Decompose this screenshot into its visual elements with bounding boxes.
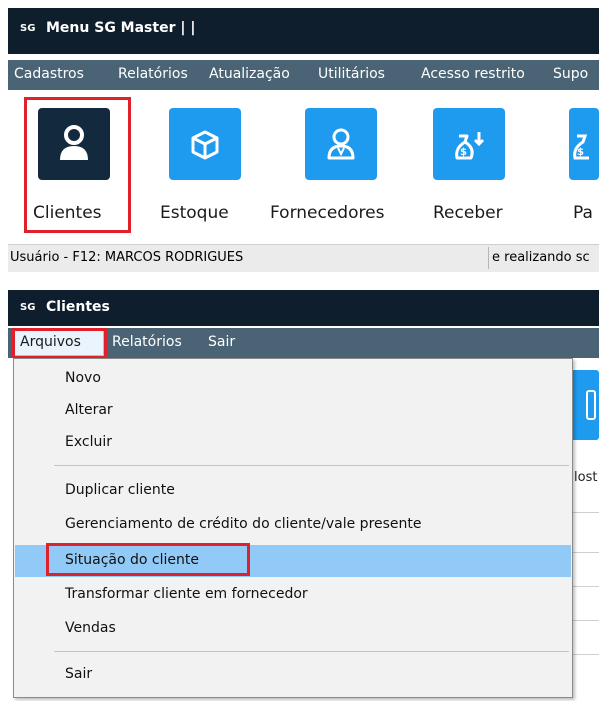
menu-item-label: Gerenciamento de crédito do cliente/vale… (65, 516, 422, 532)
menu-item-label: Excluir (65, 434, 112, 450)
money-bag-icon: $ (573, 134, 589, 160)
menu-item-label: Alterar (65, 402, 113, 418)
grid-line (570, 620, 599, 621)
pagar-label[interactable]: Pa (573, 203, 593, 223)
menu-separator (54, 465, 569, 466)
menu-item-label: Novo (65, 370, 101, 386)
clientes-highlight (24, 97, 131, 233)
status-message: e realizando sc (492, 250, 590, 265)
app-logo: SG (20, 302, 36, 313)
grid-line (570, 654, 599, 655)
menu-item-vendas[interactable]: Vendas (15, 613, 571, 645)
menu-utilitarios[interactable]: Utilitários (318, 66, 385, 82)
menu-item-label: Sair (65, 666, 93, 682)
menu-suporte[interactable]: Supo (553, 66, 588, 82)
grid-line (570, 552, 599, 553)
menu-item-label: Transformar cliente em fornecedor (65, 586, 308, 602)
menu-separator (54, 651, 569, 652)
situacao-highlight (46, 543, 250, 576)
box-icon (191, 130, 219, 160)
hidden-toolbar-icon (586, 390, 596, 420)
pagar-button[interactable]: $ (569, 108, 599, 180)
receber-button[interactable]: $ (433, 108, 505, 180)
status-separator (488, 247, 489, 269)
svg-text:$: $ (577, 147, 584, 158)
menu-item-transformar-fornecedor[interactable]: Transformar cliente em fornecedor (15, 579, 571, 611)
status-user: Usuário - F12: MARCOS RODRIGUES (10, 250, 244, 265)
menu-relatorios[interactable]: Relatórios (112, 334, 182, 350)
arquivos-highlight (12, 328, 107, 359)
menu-item-sair[interactable]: Sair (15, 659, 571, 691)
main-menu-bar: Cadastros Relatórios Atualização Utilitá… (8, 60, 599, 90)
window-title: Clientes (46, 299, 110, 315)
menu-item-gerenciamento-credito[interactable]: Gerenciamento de crédito do cliente/vale… (15, 509, 571, 541)
hidden-label: lost (574, 470, 598, 485)
main-status-bar: Usuário - F12: MARCOS RODRIGUES e realiz… (8, 244, 599, 272)
money-bag-icon: $ (455, 132, 485, 160)
estoque-button[interactable] (169, 108, 241, 180)
svg-text:$: $ (460, 147, 467, 158)
receber-label[interactable]: Receber (433, 203, 503, 223)
menu-item-alterar[interactable]: Alterar (15, 395, 571, 427)
menu-item-novo[interactable]: Novo (15, 363, 571, 395)
window-title: Menu SG Master | | (46, 20, 196, 36)
fornecedores-button[interactable] (305, 108, 377, 180)
menu-acesso-restrito[interactable]: Acesso restrito (421, 66, 525, 82)
arquivos-dropdown: Novo Alterar Excluir Duplicar cliente Ge… (13, 358, 573, 698)
main-toolbar: Clientes Estoque Fornecedores $ Receber … (8, 90, 599, 242)
main-title-bar: SG Menu SG Master | | (8, 8, 599, 54)
menu-item-label: Duplicar cliente (65, 482, 175, 498)
menu-sair[interactable]: Sair (208, 334, 235, 350)
menu-item-duplicar-cliente[interactable]: Duplicar cliente (15, 475, 571, 507)
menu-item-excluir[interactable]: Excluir (15, 427, 571, 459)
grid-line (570, 586, 599, 587)
supplier-icon (327, 128, 355, 160)
app-logo: SG (20, 23, 36, 34)
menu-item-label: Vendas (65, 620, 116, 636)
menu-atualizacao[interactable]: Atualização (209, 66, 290, 82)
hidden-grid (570, 512, 599, 692)
grid-line (570, 512, 599, 513)
clientes-title-bar: SG Clientes (8, 290, 599, 326)
menu-relatorios[interactable]: Relatórios (118, 66, 188, 82)
fornecedores-label[interactable]: Fornecedores (270, 203, 384, 223)
menu-cadastros[interactable]: Cadastros (14, 66, 84, 82)
estoque-label[interactable]: Estoque (160, 203, 229, 223)
